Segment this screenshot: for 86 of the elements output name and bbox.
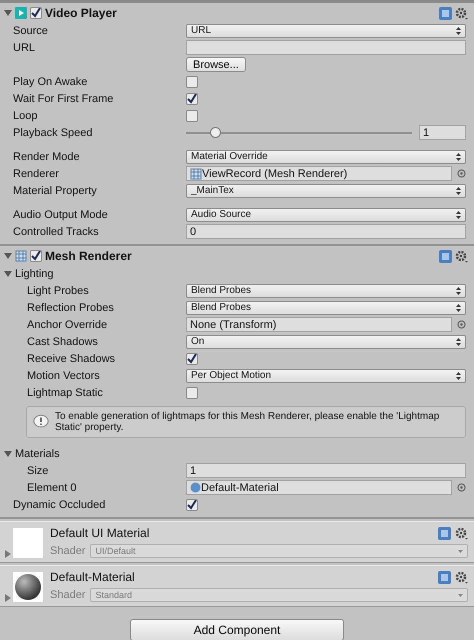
object-picker-icon[interactable]	[457, 320, 466, 329]
enable-checkbox[interactable]	[30, 7, 42, 19]
object-picker-icon[interactable]	[457, 483, 466, 492]
checkbox[interactable]	[186, 92, 198, 104]
foldout-arrow-icon[interactable]	[4, 594, 12, 602]
sphere-icon	[190, 482, 201, 493]
foldout-arrow-icon[interactable]	[4, 450, 12, 458]
property-label: Playback Speed	[12, 126, 94, 138]
dropdown-arrow-icon	[456, 304, 461, 312]
caret-icon	[458, 594, 463, 596]
caret-icon	[458, 550, 463, 552]
material-name: Default UI Material	[50, 526, 150, 540]
property-label: Renderer	[12, 168, 60, 180]
dropdown-arrow-icon	[456, 152, 461, 160]
checkbox[interactable]	[186, 352, 198, 364]
foldout-label[interactable]: Materials	[15, 448, 60, 460]
property-label: Reflection Probes	[26, 302, 115, 314]
property-label: Audio Output Mode	[12, 208, 109, 220]
property-label: Wait For First Frame	[12, 92, 114, 104]
property-label: Element 0	[26, 482, 78, 494]
foldout-label[interactable]: Lighting	[15, 268, 54, 280]
shader-label: Shader	[50, 589, 86, 601]
property-label: Receive Shadows	[26, 352, 116, 364]
property-label: Source	[12, 24, 49, 36]
dropdown[interactable]: URL	[186, 24, 466, 38]
dropdown[interactable]: Blend Probes	[186, 284, 466, 298]
dropdown-arrow-icon	[456, 286, 461, 294]
checkbox[interactable]	[186, 498, 198, 510]
property-label: Light Probes	[26, 284, 90, 296]
foldout-arrow-icon[interactable]	[4, 270, 12, 278]
property-label: Play On Awake	[12, 76, 88, 88]
input-field[interactable]: 0	[186, 224, 466, 239]
property-label: Dynamic Occluded	[12, 498, 106, 510]
sphere-preview	[13, 572, 43, 602]
material-name: Default-Material	[50, 570, 136, 584]
property-label: Material Property	[12, 184, 98, 196]
property-label: Controlled Tracks	[12, 226, 100, 238]
browse-button[interactable]: Browse...	[186, 57, 246, 72]
property-label: URL	[12, 42, 36, 54]
dropdown-arrow-icon	[456, 372, 461, 380]
object-picker-icon[interactable]	[457, 169, 466, 178]
grid-icon	[190, 168, 202, 180]
property-label: Loop	[12, 110, 38, 122]
dropdown-arrow-icon	[456, 338, 461, 346]
checkbox[interactable]	[186, 386, 198, 398]
dropdown[interactable]: _MainTex	[186, 184, 466, 198]
dropdown[interactable]: Per Object Motion	[186, 368, 466, 382]
info-icon	[33, 414, 49, 430]
component-title: Mesh Renderer	[45, 249, 133, 263]
settings-icon[interactable]	[455, 526, 468, 540]
dropdown[interactable]: Material Override	[186, 150, 466, 164]
add-component-button[interactable]: Add Component	[130, 619, 344, 640]
settings-icon[interactable]	[455, 6, 468, 20]
foldout-arrow-icon[interactable]	[4, 550, 12, 558]
property-label: Render Mode	[12, 150, 81, 162]
foldout-arrow-icon[interactable]	[4, 9, 12, 17]
input-field[interactable]: 1	[186, 463, 466, 478]
dropdown[interactable]: Blend Probes	[186, 300, 466, 314]
dropdown-arrow-icon	[456, 210, 461, 218]
property-label: Size	[26, 464, 50, 476]
property-label: Anchor Override	[26, 318, 108, 330]
grid-icon	[15, 250, 27, 262]
video-icon	[15, 7, 27, 19]
property-label: Cast Shadows	[26, 336, 99, 348]
property-label: Motion Vectors	[26, 370, 101, 382]
dropdown[interactable]: Audio Source	[186, 208, 466, 222]
help-text: To enable generation of lightmaps for this Mesh Renderer, please enable the 'Lightmap Static' property.	[54, 411, 440, 433]
dropdown[interactable]: On	[186, 334, 466, 348]
object-field[interactable]: Default-Material	[186, 480, 452, 495]
shader-label: Shader	[50, 545, 86, 557]
slider-thumb[interactable]	[210, 126, 221, 138]
enable-checkbox[interactable]	[30, 250, 42, 262]
dropdown-arrow-icon	[456, 186, 461, 194]
settings-icon[interactable]	[455, 570, 468, 584]
component-title: Video Player	[45, 6, 118, 20]
material-preview	[13, 528, 43, 558]
dropdown-arrow-icon	[456, 26, 461, 34]
input-field[interactable]	[186, 40, 466, 55]
foldout-arrow-icon[interactable]	[4, 252, 12, 260]
object-field[interactable]: ViewRecord (Mesh Renderer)	[186, 166, 452, 181]
checkbox[interactable]	[186, 76, 198, 88]
input-field[interactable]: 1	[419, 125, 466, 140]
settings-icon[interactable]	[455, 250, 468, 262]
object-field[interactable]: None (Transform)	[186, 317, 452, 332]
property-label: Lightmap Static	[26, 386, 104, 398]
checkbox[interactable]	[186, 110, 198, 122]
